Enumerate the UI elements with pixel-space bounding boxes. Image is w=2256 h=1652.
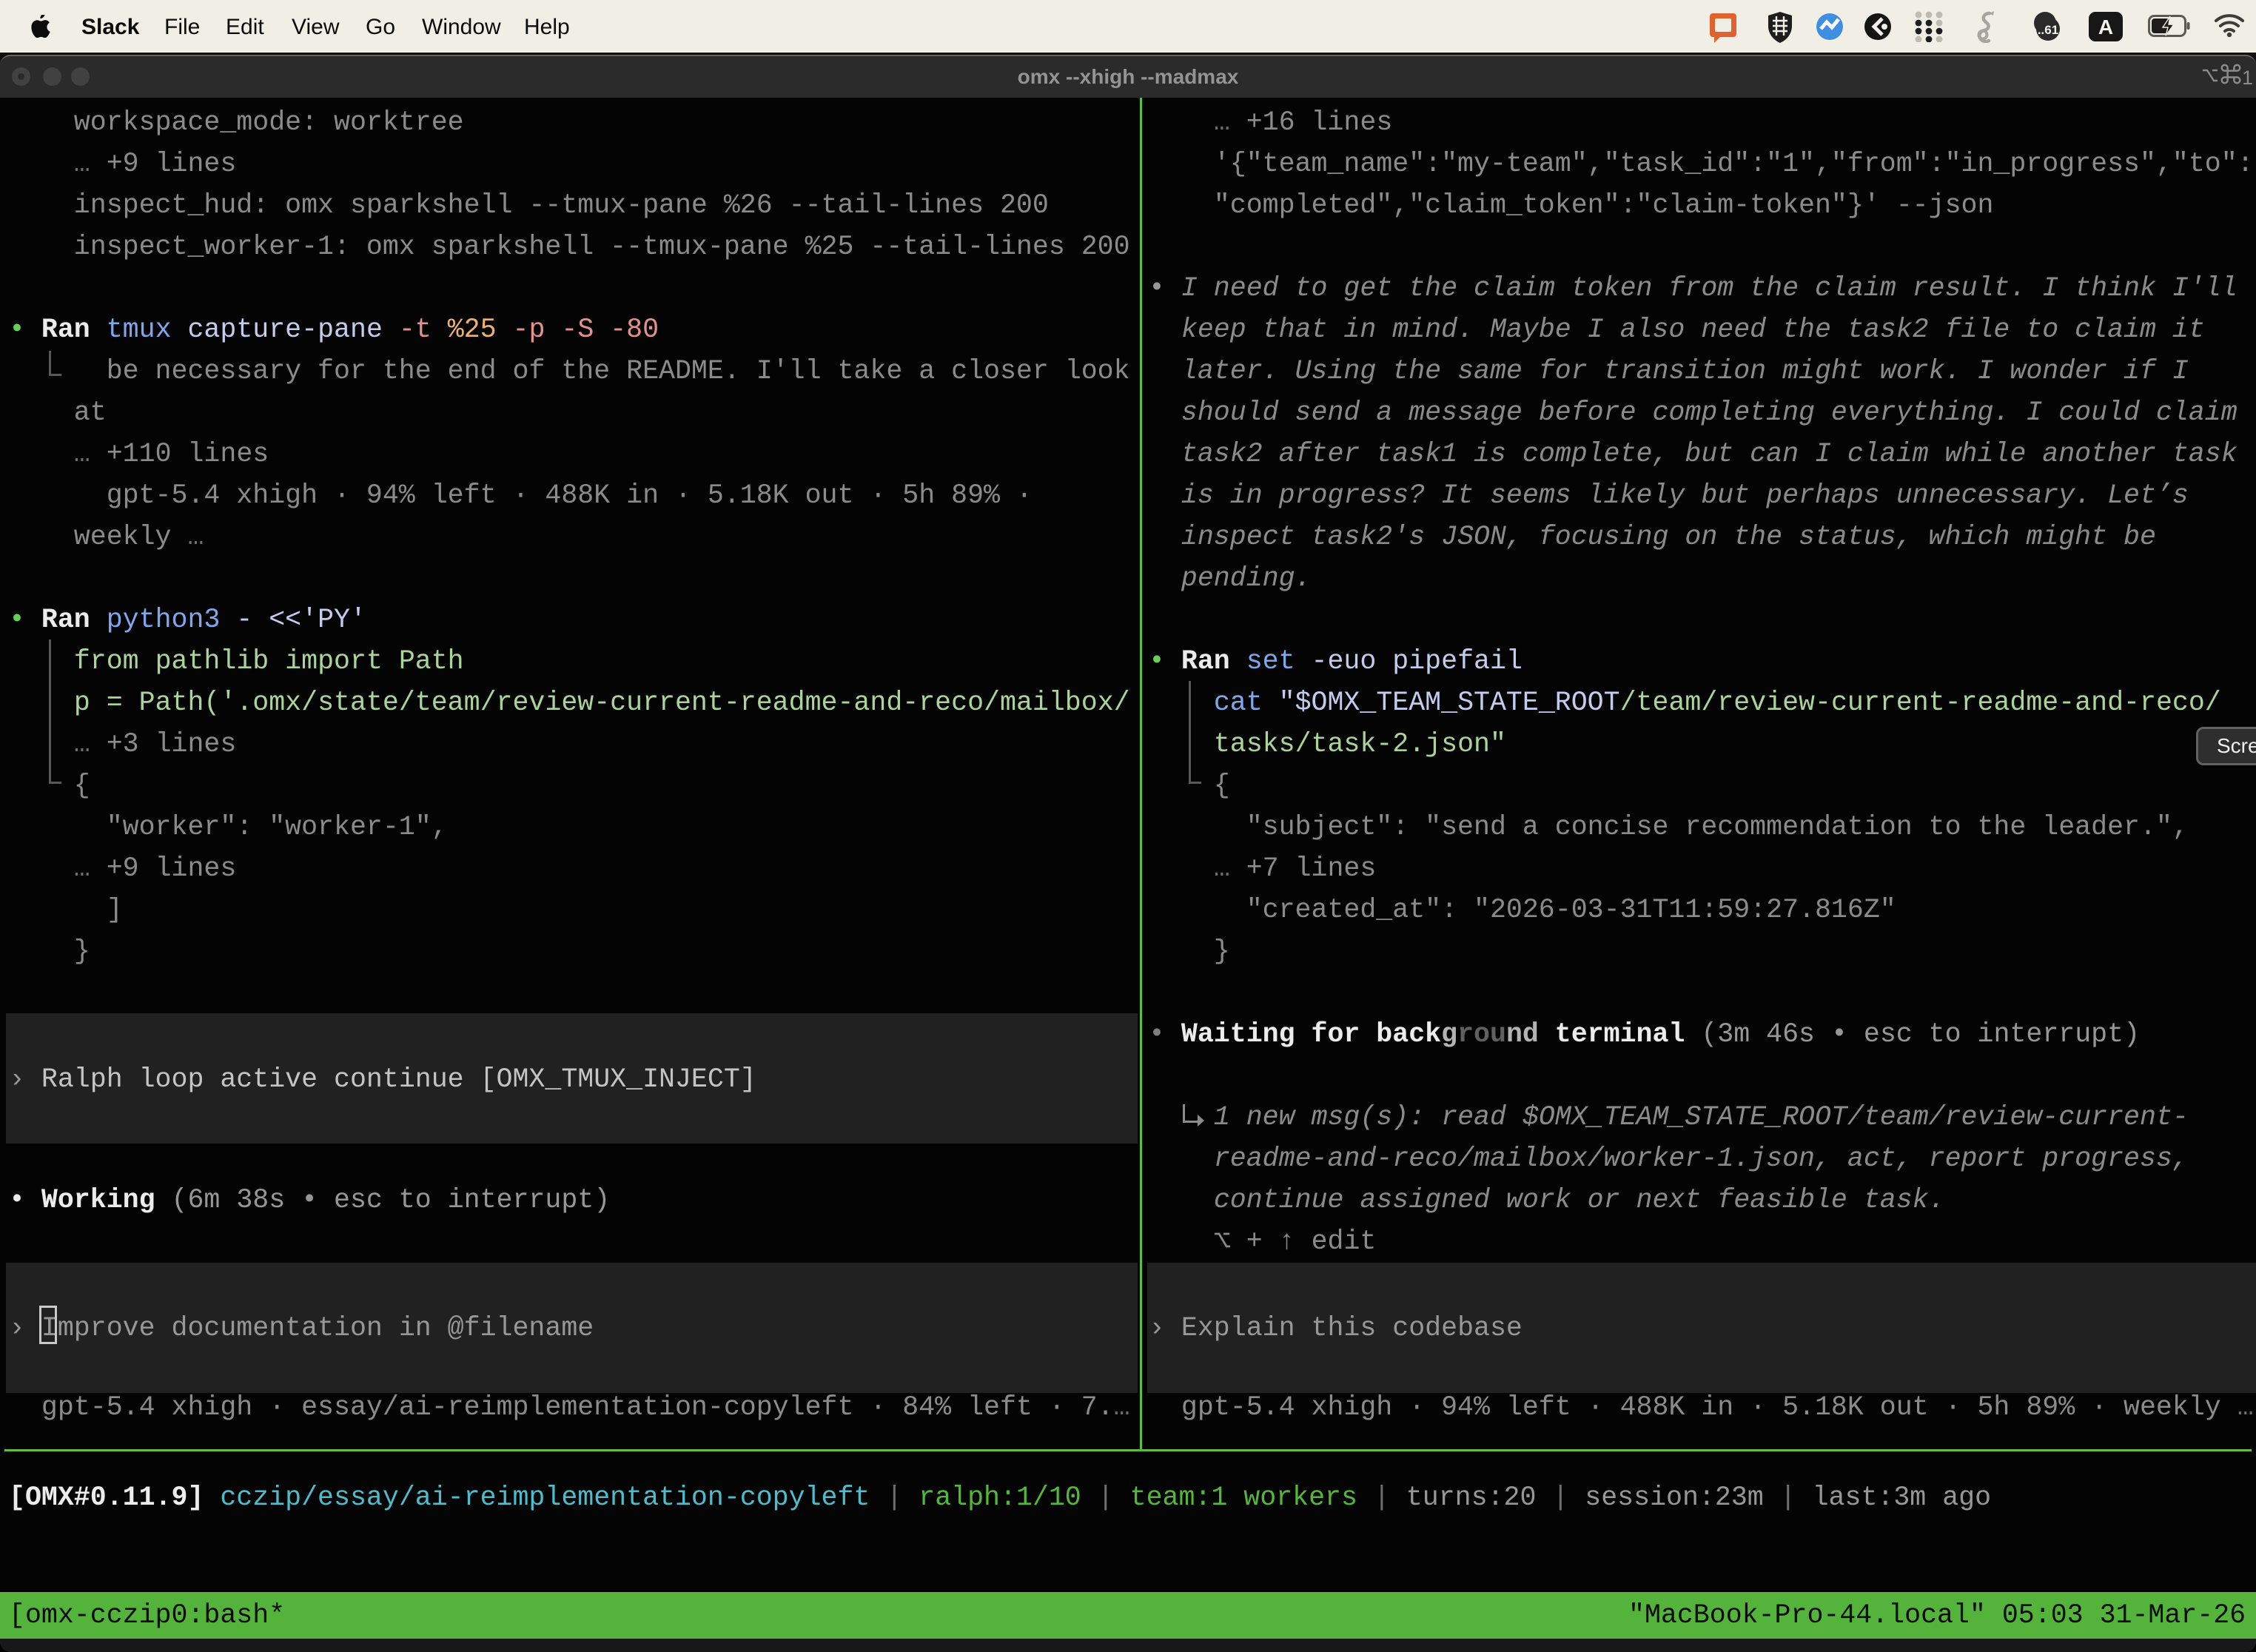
svg-text:..61: ..61: [2038, 23, 2058, 37]
svg-text:A: A: [2098, 16, 2113, 38]
